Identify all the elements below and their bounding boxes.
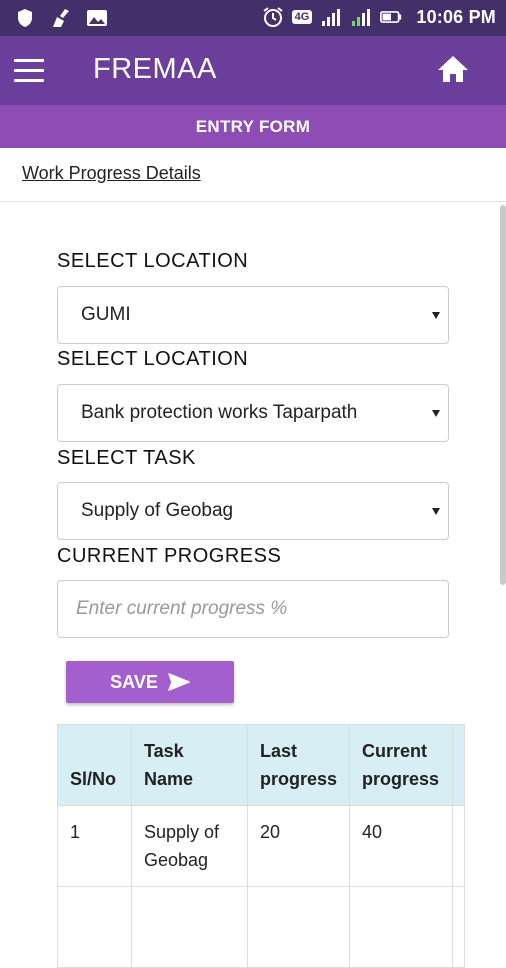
table-row: 1 Supply of Geobag 20 40 — [57, 805, 465, 887]
battery-icon — [380, 6, 402, 28]
network-4g-icon: 4G — [291, 10, 313, 24]
select-location-label-2: SELECT LOCATION — [57, 348, 249, 370]
save-button-label: SAVE — [110, 671, 158, 692]
current-progress-label: CURRENT PROGRESS — [57, 545, 282, 567]
status-left-icons — [14, 7, 108, 29]
location-select-1-value: GUMI — [81, 304, 131, 325]
table-cell — [349, 886, 453, 968]
table-cell — [57, 886, 132, 968]
table-header-extra — [452, 724, 465, 806]
dropdown-caret-icon — [432, 410, 440, 417]
select-task-label: SELECT TASK — [57, 447, 196, 469]
entry-form-header: ENTRY FORM — [0, 105, 506, 148]
app-title: FREMAA — [93, 53, 217, 85]
scrollbar[interactable] — [500, 205, 506, 585]
table-header-row: Sl/No Task Name Last progress Current pr… — [57, 724, 465, 806]
current-progress-input[interactable]: Enter current progress % — [57, 580, 449, 638]
table-header-current-progress: Current progress — [349, 724, 453, 806]
location-select-2-value: Bank protection works Taparpath — [81, 402, 358, 423]
save-button[interactable]: SAVE — [66, 661, 234, 703]
table-header-task-name: Task Name — [131, 724, 248, 806]
dropdown-caret-icon — [432, 312, 440, 319]
app-bar: FREMAA — [0, 36, 506, 105]
image-icon — [86, 7, 108, 29]
location-select-1[interactable]: GUMI — [57, 286, 449, 344]
divider — [0, 201, 506, 202]
location-select-2[interactable]: Bank protection works Taparpath — [57, 384, 449, 442]
table-cell — [452, 805, 465, 887]
table-cell — [452, 886, 465, 968]
current-progress-placeholder: Enter current progress % — [76, 598, 288, 619]
hamburger-menu-icon[interactable] — [14, 59, 46, 83]
broom-icon — [50, 7, 72, 29]
table-cell: Supply of Geobag — [131, 805, 248, 887]
status-right-icons: 4G 10:06 PM — [262, 6, 496, 28]
alarm-icon — [262, 6, 284, 28]
table-cell — [247, 886, 350, 968]
table-row — [57, 886, 465, 968]
task-select-value: Supply of Geobag — [81, 500, 234, 521]
table-cell: 40 — [349, 805, 453, 887]
send-icon — [168, 673, 190, 691]
breadcrumb-work-progress[interactable]: Work Progress Details — [22, 163, 201, 184]
status-time: 10:06 PM — [416, 6, 496, 27]
shield-icon — [14, 7, 36, 29]
table-cell: 1 — [57, 805, 132, 887]
table-header-last-progress: Last progress — [247, 724, 350, 806]
home-icon[interactable] — [436, 54, 470, 84]
status-bar: 4G 10:06 PM — [0, 0, 506, 36]
table-cell: 20 — [247, 805, 350, 887]
table-cell — [131, 886, 248, 968]
table-header-slno: Sl/No — [57, 724, 132, 806]
dropdown-caret-icon — [432, 508, 440, 515]
progress-table: Sl/No Task Name Last progress Current pr… — [57, 724, 465, 968]
signal-icon — [320, 6, 342, 28]
select-location-label: SELECT LOCATION — [57, 250, 249, 272]
task-select[interactable]: Supply of Geobag — [57, 482, 449, 540]
signal-2-icon — [350, 6, 372, 28]
